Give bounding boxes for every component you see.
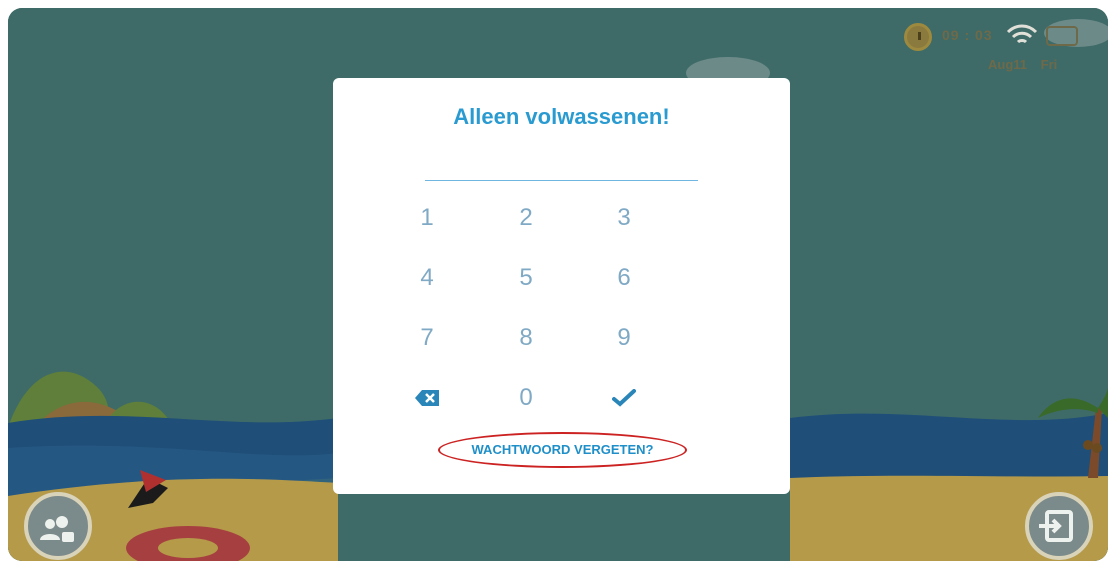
dialog-title: Alleen volwassenen!: [453, 104, 670, 129]
app-screen: 09 : 03 Aug11 Fri Alleen volwassenen! 1 …: [8, 8, 1108, 561]
key-7[interactable]: 7: [392, 316, 462, 360]
parental-lock-icon: [40, 516, 74, 542]
backspace-icon: [415, 390, 439, 406]
exit-button[interactable]: [1025, 492, 1093, 560]
pin-input[interactable]: [425, 180, 698, 181]
status-date: Aug11 Fri: [988, 57, 1058, 72]
key-9[interactable]: 9: [589, 316, 659, 360]
key-6[interactable]: 6: [589, 256, 659, 300]
confirm-key[interactable]: [589, 376, 659, 420]
key-8[interactable]: 8: [491, 316, 561, 360]
key-4[interactable]: 4: [392, 256, 462, 300]
key-3[interactable]: 3: [589, 196, 659, 240]
key-2[interactable]: 2: [491, 196, 561, 240]
key-1[interactable]: 1: [392, 196, 462, 240]
status-bar: 09 : 03 Aug11 Fri: [896, 20, 1096, 80]
battery-icon: [1046, 26, 1078, 46]
status-time: 09 : 03: [942, 27, 993, 43]
key-5[interactable]: 5: [491, 256, 561, 300]
key-0[interactable]: 0: [491, 376, 561, 420]
exit-icon: [1039, 510, 1073, 542]
wifi-icon: [1006, 24, 1038, 44]
forgot-password: WACHTWOORD VERGETEN?: [438, 432, 687, 468]
backspace-key[interactable]: [392, 376, 462, 420]
parental-lock-button[interactable]: [24, 492, 92, 560]
highlight-ellipse: [438, 432, 687, 468]
password-dialog: Alleen volwassenen! 1 2 3 4 5 6 7 8 9 0: [333, 78, 790, 494]
clock-icon: [904, 23, 932, 51]
checkmark-icon: [612, 389, 636, 407]
